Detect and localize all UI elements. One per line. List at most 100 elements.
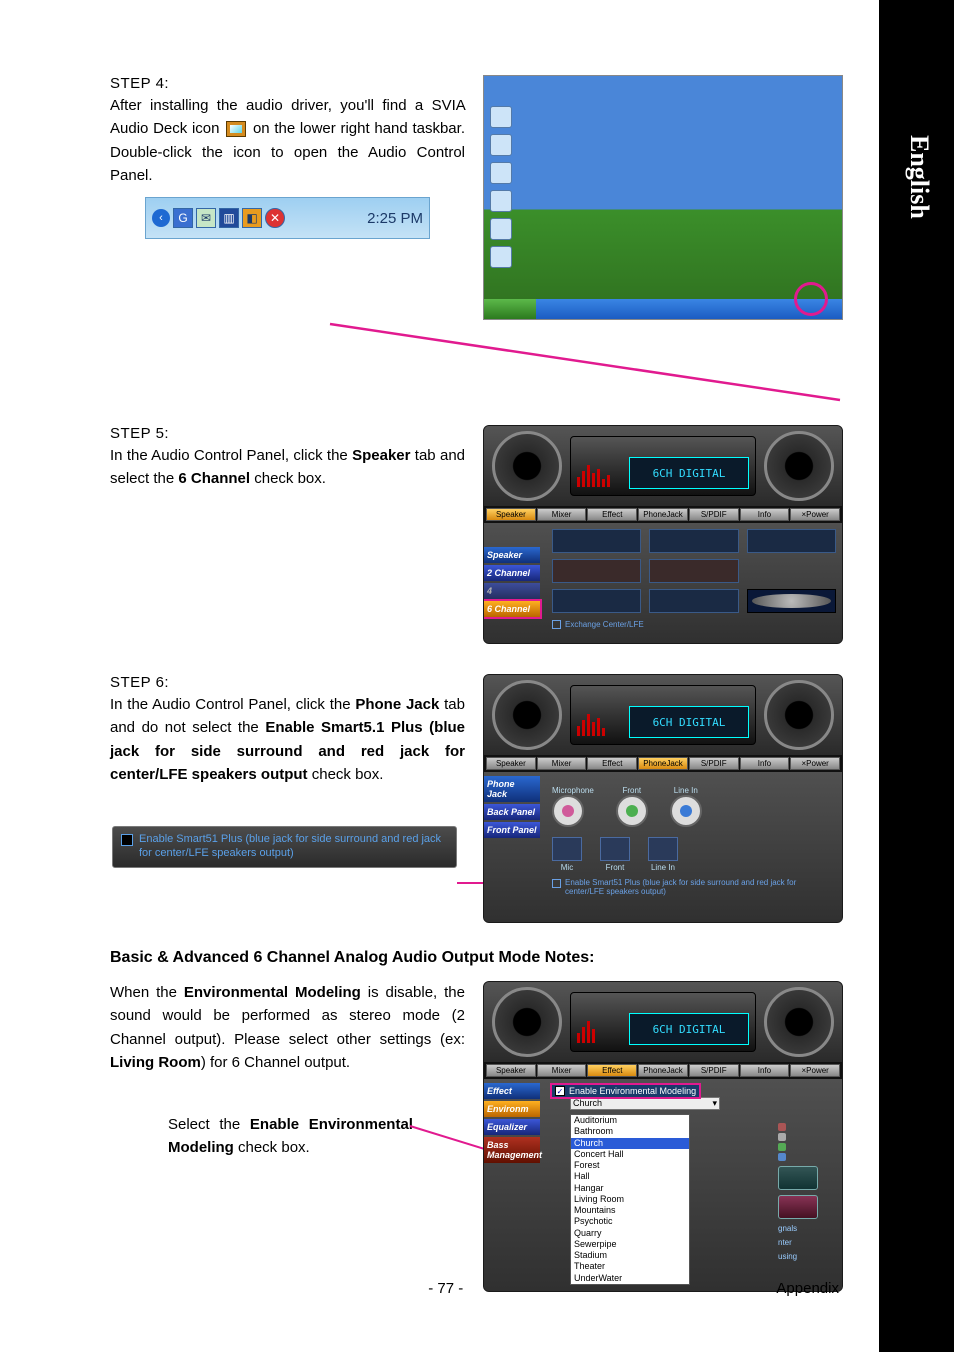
env-modeling-annotation: Select the Enable Environmental Modeling… (168, 1114, 413, 1159)
step-4-line3: Double-click the icon to open the Audio … (110, 144, 465, 184)
list-item[interactable]: Bathroom (571, 1126, 689, 1137)
section-name: Appendix (776, 1280, 839, 1297)
spk-front-left[interactable] (552, 529, 641, 553)
tab-phonejack[interactable]: PhoneJack (638, 1064, 688, 1077)
jack-microphone[interactable] (552, 795, 584, 827)
step-6-block: STEP 6: In the Audio Control Panel, clic… (110, 674, 840, 923)
tab-effect[interactable]: Effect (587, 508, 637, 521)
jack-linein[interactable] (670, 795, 702, 827)
env-dropdown[interactable]: Church▾ (570, 1097, 720, 1110)
list-item[interactable]: Sewerpipe (571, 1239, 689, 1250)
step-6-label: STEP 6: (110, 674, 465, 691)
sidetab-4ch[interactable]: 4 (484, 583, 540, 599)
step-4-line2b: on the lower right hand taskbar. (253, 120, 465, 137)
list-item[interactable]: Hangar (571, 1183, 689, 1194)
deck-display: 6CH DIGITAL (570, 436, 756, 496)
sidetab-6ch[interactable]: 6 Channel (484, 601, 540, 617)
tab-effect[interactable]: Effect (587, 1064, 637, 1077)
tab-mixer[interactable]: Mixer (537, 757, 587, 770)
list-item[interactable]: Mountains (571, 1205, 689, 1216)
tab-power[interactable]: ×Power (790, 757, 840, 770)
tab-speaker[interactable]: Speaker (486, 1064, 536, 1077)
list-item[interactable]: Concert Hall (571, 1149, 689, 1160)
tab-mixer[interactable]: Mixer (537, 508, 587, 521)
notes-text: When the Environmental Modeling is disab… (110, 981, 465, 1074)
list-item[interactable]: Psychotic (571, 1216, 689, 1227)
tab-speaker[interactable]: Speaker (486, 508, 536, 521)
audio-deck-speaker: 6CH DIGITAL Speaker Mixer Effect PhoneJa… (483, 425, 843, 644)
tab-info[interactable]: Info (740, 757, 790, 770)
list-item[interactable]: Quarry (571, 1228, 689, 1239)
env-dropdown-list[interactable]: Auditorium Bathroom Church Concert Hall … (570, 1114, 690, 1285)
deck-speaker-left (492, 431, 562, 501)
list-item[interactable]: Stadium (571, 1250, 689, 1261)
step-4-text: After installing the audio driver, you'l… (110, 94, 465, 187)
desktop-icon (490, 218, 512, 240)
language-label: English (904, 135, 934, 219)
checkmark-icon: ✓ (555, 1086, 565, 1096)
sidetab-environment[interactable]: Environm (484, 1101, 540, 1117)
list-item[interactable]: Church (571, 1138, 689, 1149)
tab-spdif[interactable]: S/PDIF (689, 757, 739, 770)
tab-power[interactable]: ×Power (790, 1064, 840, 1077)
tab-info[interactable]: Info (740, 1064, 790, 1077)
desktop-icon (490, 246, 512, 268)
spk-mid-left[interactable] (552, 559, 641, 583)
tab-phonejack[interactable]: PhoneJack (638, 508, 688, 521)
list-item[interactable]: Forest (571, 1160, 689, 1171)
env-preset-icon[interactable] (778, 1166, 818, 1190)
smart51-checkbox[interactable]: Enable Smart51 Plus (blue jack for side … (552, 878, 836, 896)
deck-lcd: 6CH DIGITAL (629, 706, 749, 738)
step-4-block: STEP 4: After installing the audio drive… (110, 75, 840, 320)
sidetab-effect: Effect (484, 1083, 540, 1099)
spk-mid-right[interactable] (649, 559, 738, 583)
monitor-tray-icon: ▥ (219, 208, 239, 228)
front-mic-icon (552, 837, 582, 861)
env-preset-icon[interactable] (778, 1195, 818, 1219)
step-5-label: STEP 5: (110, 425, 465, 442)
sidetab-speaker: Speaker (484, 547, 540, 563)
sidetab-2ch[interactable]: 2 Channel (484, 565, 540, 581)
spk-back-right[interactable] (649, 589, 738, 613)
deck-speaker-left (492, 987, 562, 1057)
jack-front[interactable] (616, 795, 648, 827)
tab-phonejack[interactable]: PhoneJack (638, 757, 688, 770)
tab-info[interactable]: Info (740, 508, 790, 521)
tab-spdif[interactable]: S/PDIF (689, 508, 739, 521)
sidetab-equalizer[interactable]: Equalizer (484, 1119, 540, 1135)
spk-front-right[interactable] (747, 529, 836, 553)
step-5-block: STEP 5: In the Audio Control Panel, clic… (110, 425, 840, 644)
deck-tab-row: Speaker Mixer Effect PhoneJack S/PDIF In… (484, 506, 842, 523)
side-bar-black: English (879, 0, 954, 1352)
tab-effect[interactable]: Effect (587, 757, 637, 770)
sidetab-backpanel[interactable]: Back Panel (484, 804, 540, 820)
spk-back-left[interactable] (552, 589, 641, 613)
deck-display: 6CH DIGITAL (570, 992, 756, 1052)
chevron-down-icon: ▾ (712, 1098, 717, 1109)
svia-tray-icon: ◧ (242, 208, 262, 228)
graphics-tray-icon: G (173, 208, 193, 228)
sidetab-bass[interactable]: Bass Management (484, 1137, 540, 1163)
exchange-lfe-row[interactable]: Exchange Center/LFE (552, 619, 836, 629)
list-item[interactable]: Living Room (571, 1194, 689, 1205)
sidetab-frontpanel[interactable]: Front Panel (484, 822, 540, 838)
list-item[interactable]: Auditorium (571, 1115, 689, 1126)
list-item[interactable]: Theater (571, 1261, 689, 1272)
deck-speaker-right (764, 680, 834, 750)
tab-spdif[interactable]: S/PDIF (689, 1064, 739, 1077)
enable-env-modeling-checkbox[interactable]: ✓ Enable Environmental Modeling (552, 1085, 699, 1097)
spk-subwoofer[interactable] (747, 589, 836, 613)
tab-power[interactable]: ×Power (790, 508, 840, 521)
audio-deck-phonejack: 6CH DIGITAL Speaker Mixer Effect PhoneJa… (483, 674, 843, 923)
tab-speaker[interactable]: Speaker (486, 757, 536, 770)
spk-center[interactable] (649, 529, 738, 553)
notes-block: When the Environmental Modeling is disab… (110, 981, 840, 1292)
page-content: STEP 4: After installing the audio drive… (110, 75, 840, 1312)
step-6-text: In the Audio Control Panel, click the Ph… (110, 693, 465, 786)
deck-lcd: 6CH DIGITAL (629, 1013, 749, 1045)
taskbar-screenshot: ‹ G ✉ ▥ ◧ ✕ 2:25 PM (145, 197, 430, 239)
tab-mixer[interactable]: Mixer (537, 1064, 587, 1077)
sidetab-phonejack: Phone Jack (484, 776, 540, 802)
close-tray-icon: ✕ (265, 208, 285, 228)
list-item[interactable]: Hall (571, 1171, 689, 1182)
